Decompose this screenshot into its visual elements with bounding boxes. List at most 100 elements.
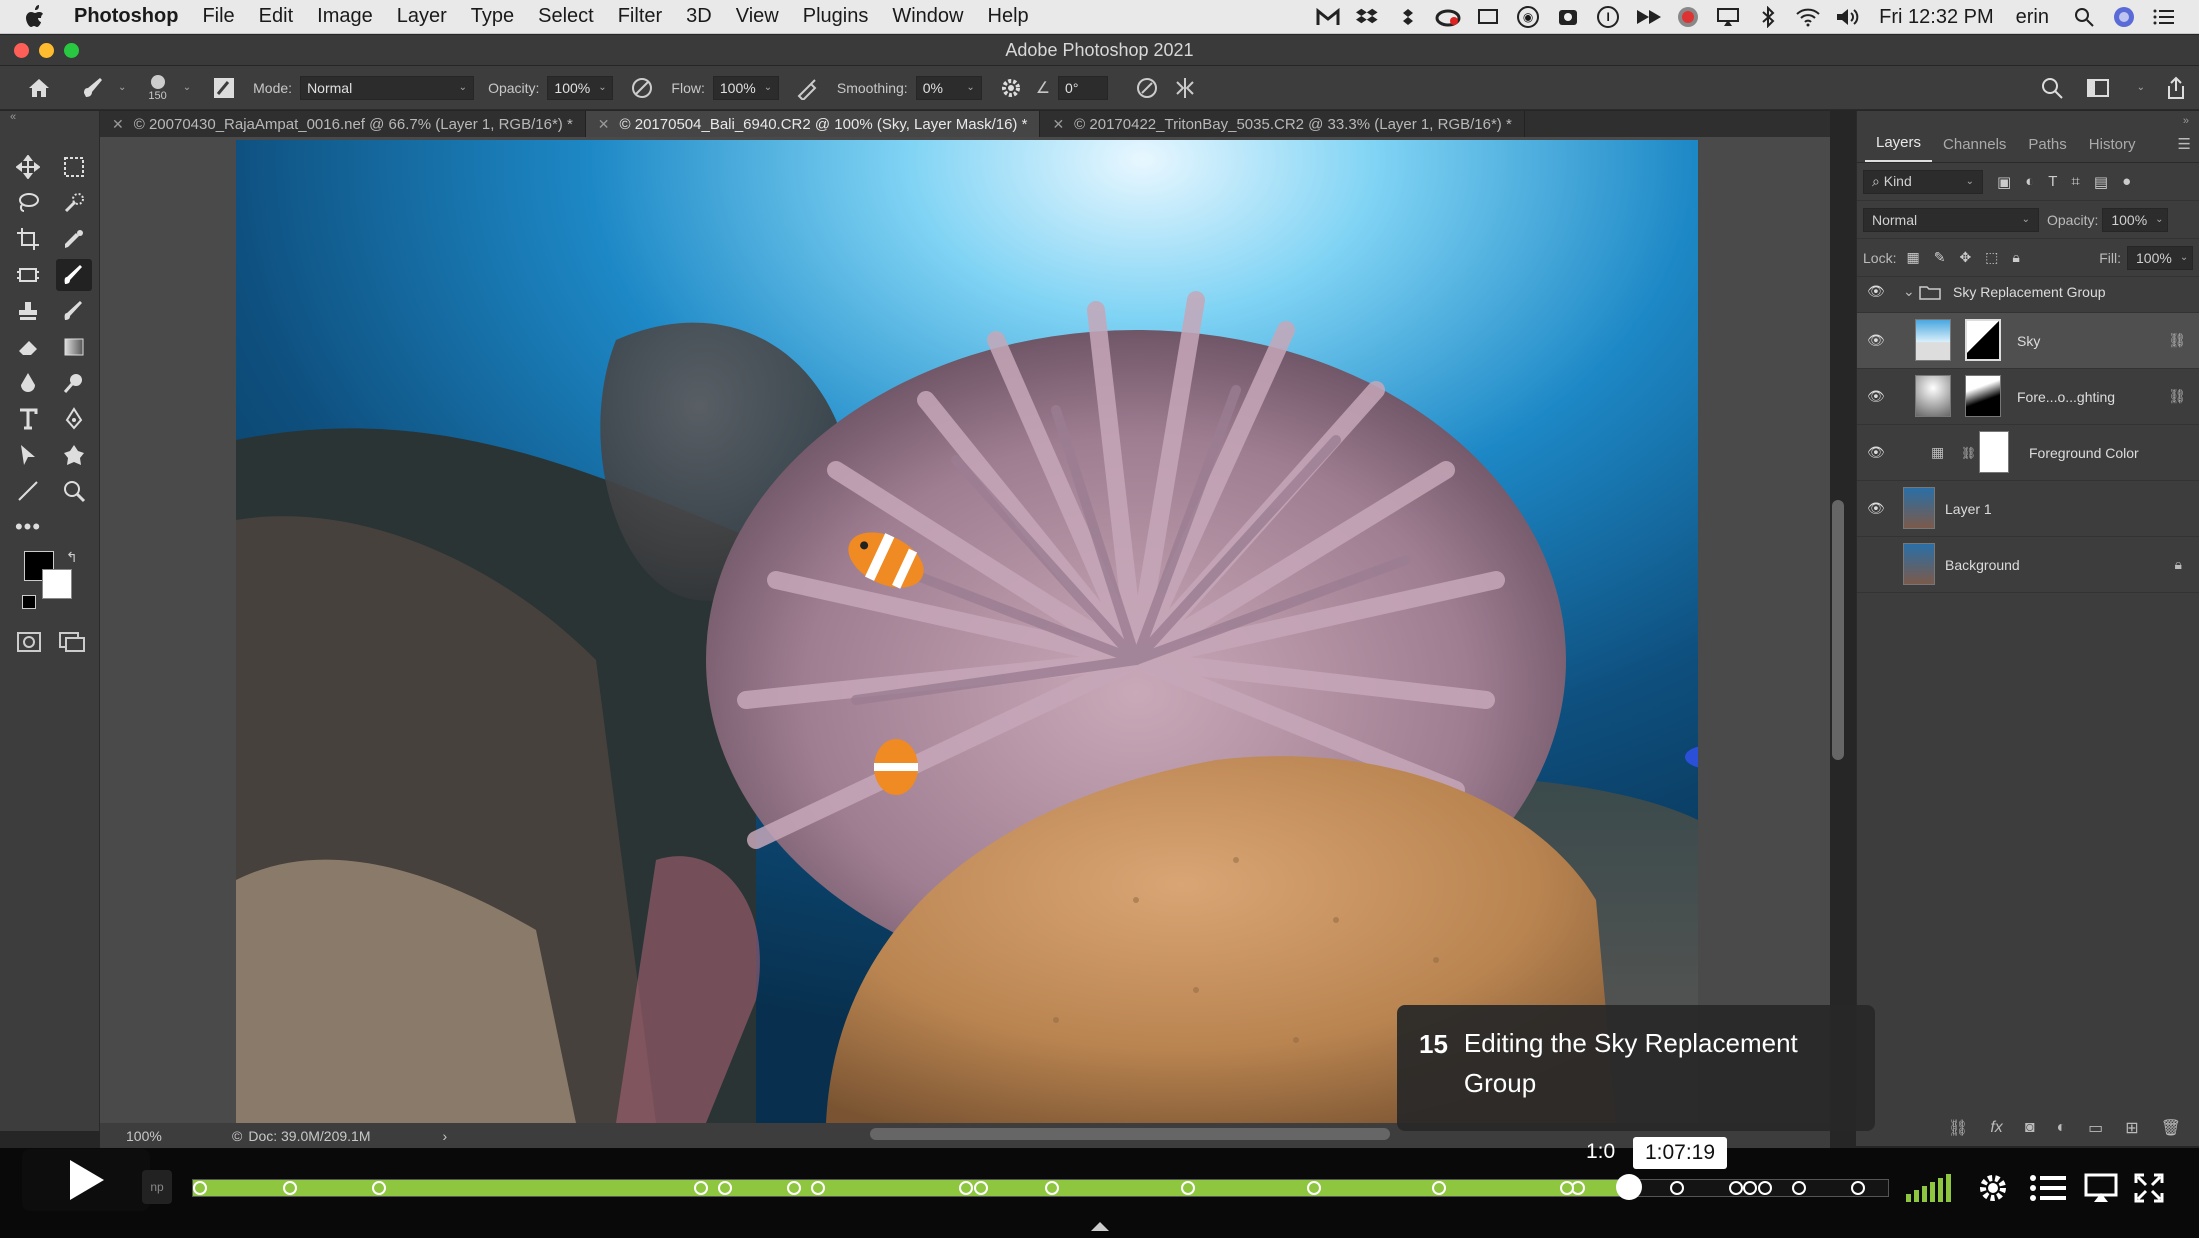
creative-cloud-icon[interactable] <box>1435 6 1461 28</box>
menu-plugins[interactable]: Plugins <box>803 5 869 28</box>
vertical-scrollbar[interactable] <box>1832 500 1844 760</box>
filter-adjustment-icon[interactable]: ◐ <box>2025 173 2034 191</box>
visibility-eye-icon[interactable]: 👁︎ <box>1867 500 1885 517</box>
gmail-icon[interactable] <box>1315 6 1341 28</box>
filter-toggle-icon[interactable]: ● <box>2122 173 2131 191</box>
menu-3d[interactable]: 3D <box>686 5 712 28</box>
default-colors-icon[interactable] <box>22 595 36 609</box>
tab-paths[interactable]: Paths <box>2017 136 2077 162</box>
chevron-down-icon[interactable]: ⌄ <box>1903 283 1915 300</box>
notification-center-icon[interactable] <box>2151 6 2177 28</box>
spotlight-search-icon[interactable] <box>2071 6 2097 28</box>
smoothing-field[interactable]: 0% ⌄ <box>915 75 982 100</box>
layer-opacity-field[interactable]: 100% ⌄ <box>2102 207 2169 232</box>
airplay-icon[interactable] <box>1715 6 1741 28</box>
filter-smart-object-icon[interactable]: ▤ <box>2094 173 2108 191</box>
blend-mode-select[interactable]: Normal ⌄ <box>1863 207 2039 232</box>
underwater-anemone-photo[interactable] <box>236 140 1698 1123</box>
chevron-down-icon[interactable]: ⌄ <box>2137 82 2145 93</box>
delete-layer-icon[interactable]: 🗑︎ <box>2161 1118 2181 1138</box>
flow-field[interactable]: 100% ⌄ <box>712 75 779 100</box>
symmetry-icon[interactable] <box>1170 73 1200 103</box>
tab-history[interactable]: History <box>2078 136 2147 162</box>
quick-mask-icon[interactable] <box>16 631 42 658</box>
tab-channels[interactable]: Channels <box>1932 136 2017 162</box>
home-icon[interactable] <box>24 73 54 103</box>
brush-tool-icon[interactable] <box>56 259 92 291</box>
document-canvas[interactable] <box>100 137 1830 1123</box>
tab-triton-bay[interactable]: ✕ © 20170422_TritonBay_5035.CR2 @ 33.3% (… <box>1040 111 1525 137</box>
record-icon[interactable] <box>1675 6 1701 28</box>
menu-layer[interactable]: Layer <box>397 5 447 28</box>
fullscreen-icon[interactable] <box>2134 1168 2164 1208</box>
dropbox-icon[interactable] <box>1355 6 1381 28</box>
foreground-lighting-mask-thumbnail[interactable] <box>1965 375 2001 417</box>
more-tools-icon[interactable]: ••• <box>10 511 46 543</box>
type-tool-icon[interactable] <box>10 403 46 435</box>
visibility-eye-icon[interactable]: 👁︎ <box>1867 332 1885 349</box>
screen-mode-icon[interactable] <box>58 631 86 658</box>
dodge-tool-icon[interactable] <box>56 367 92 399</box>
brush-size-picker[interactable]: 150 <box>148 74 167 102</box>
close-icon[interactable]: ✕ <box>112 116 124 133</box>
expand-caret-icon[interactable] <box>1091 1222 1109 1231</box>
settings-gear-icon[interactable] <box>1976 1168 2010 1208</box>
chevron-down-icon[interactable]: ⌄ <box>183 82 191 93</box>
link-layers-icon[interactable]: ⛓︎ <box>1948 1118 1968 1138</box>
pen-tool-icon[interactable] <box>56 403 92 435</box>
lock-icon[interactable]: 🔒︎ <box>2175 556 2182 573</box>
close-icon[interactable]: ✕ <box>598 116 610 133</box>
eraser-tool-icon[interactable] <box>10 331 46 363</box>
quality-bars-icon[interactable] <box>1904 1168 1954 1208</box>
link-icon[interactable]: ⛓︎ <box>2168 388 2186 405</box>
chevron-right-icon[interactable]: › <box>443 1128 448 1144</box>
menubar-user[interactable]: erin <box>2016 6 2049 29</box>
visibility-eye-icon[interactable]: 👁︎ <box>1867 444 1885 461</box>
chapter-marker[interactable] <box>717 1181 732 1195</box>
close-window-button[interactable] <box>14 43 29 58</box>
menu-file[interactable]: File <box>202 5 234 28</box>
play-button[interactable] <box>22 1149 150 1211</box>
filter-shape-icon[interactable]: ⌗ <box>2071 173 2079 191</box>
menu-edit[interactable]: Edit <box>259 5 293 28</box>
lock-transparent-icon[interactable]: ▦ <box>1906 249 1919 266</box>
layer-sky[interactable]: 👁︎ Sky ⛓︎ <box>1857 313 2199 369</box>
zoom-tool-icon[interactable] <box>56 475 92 507</box>
link-icon[interactable]: ⛓︎ <box>2168 332 2186 349</box>
close-icon[interactable]: ✕ <box>1052 116 1064 133</box>
menu-view[interactable]: View <box>736 5 779 28</box>
new-group-icon[interactable]: ▭ <box>2088 1118 2103 1138</box>
chapter-marker[interactable] <box>1742 1181 1757 1195</box>
wifi-icon[interactable] <box>1795 6 1821 28</box>
menu-photoshop[interactable]: Photoshop <box>74 5 178 28</box>
visibility-eye-icon[interactable]: 👁︎ <box>1867 283 1885 300</box>
collapse-panel-icon[interactable]: » <box>2183 115 2189 127</box>
crop-tool-icon[interactable] <box>10 223 46 255</box>
frame-tool-icon[interactable] <box>10 259 46 291</box>
pressure-size-icon[interactable] <box>1132 73 1162 103</box>
add-mask-icon[interactable]: ◙ <box>2025 1119 2035 1137</box>
pressure-opacity-icon[interactable] <box>627 73 657 103</box>
panel-menu-icon[interactable]: ☰ <box>2178 135 2191 162</box>
menu-help[interactable]: Help <box>988 5 1029 28</box>
menu-image[interactable]: Image <box>317 5 373 28</box>
workspace-icon[interactable] <box>2083 73 2113 103</box>
chapter-marker[interactable] <box>371 1181 386 1195</box>
menu-window[interactable]: Window <box>892 5 963 28</box>
menu-type[interactable]: Type <box>471 5 514 28</box>
apple-icon[interactable] <box>24 4 52 30</box>
lock-all-icon[interactable]: 🔒︎ <box>2012 249 2019 266</box>
lasso-tool-icon[interactable] <box>10 187 46 219</box>
chapter-marker[interactable] <box>974 1181 989 1195</box>
share-icon[interactable] <box>2161 73 2191 103</box>
chapter-marker[interactable] <box>958 1181 973 1195</box>
airbrush-icon[interactable] <box>793 73 823 103</box>
tab-bali[interactable]: ✕ © 20170504_Bali_6940.CR2 @ 100% (Sky, L… <box>585 111 1041 137</box>
layer-1[interactable]: 👁︎ Layer 1 <box>1857 481 2199 537</box>
menu-select[interactable]: Select <box>538 5 594 28</box>
filter-pixel-icon[interactable]: ▣ <box>1997 173 2011 191</box>
dropbox-alt-icon[interactable] <box>1395 6 1421 28</box>
chapter-marker[interactable] <box>694 1181 709 1195</box>
disk-icon[interactable]: ◉ <box>1515 6 1541 28</box>
bluetooth-icon[interactable] <box>1755 6 1781 28</box>
